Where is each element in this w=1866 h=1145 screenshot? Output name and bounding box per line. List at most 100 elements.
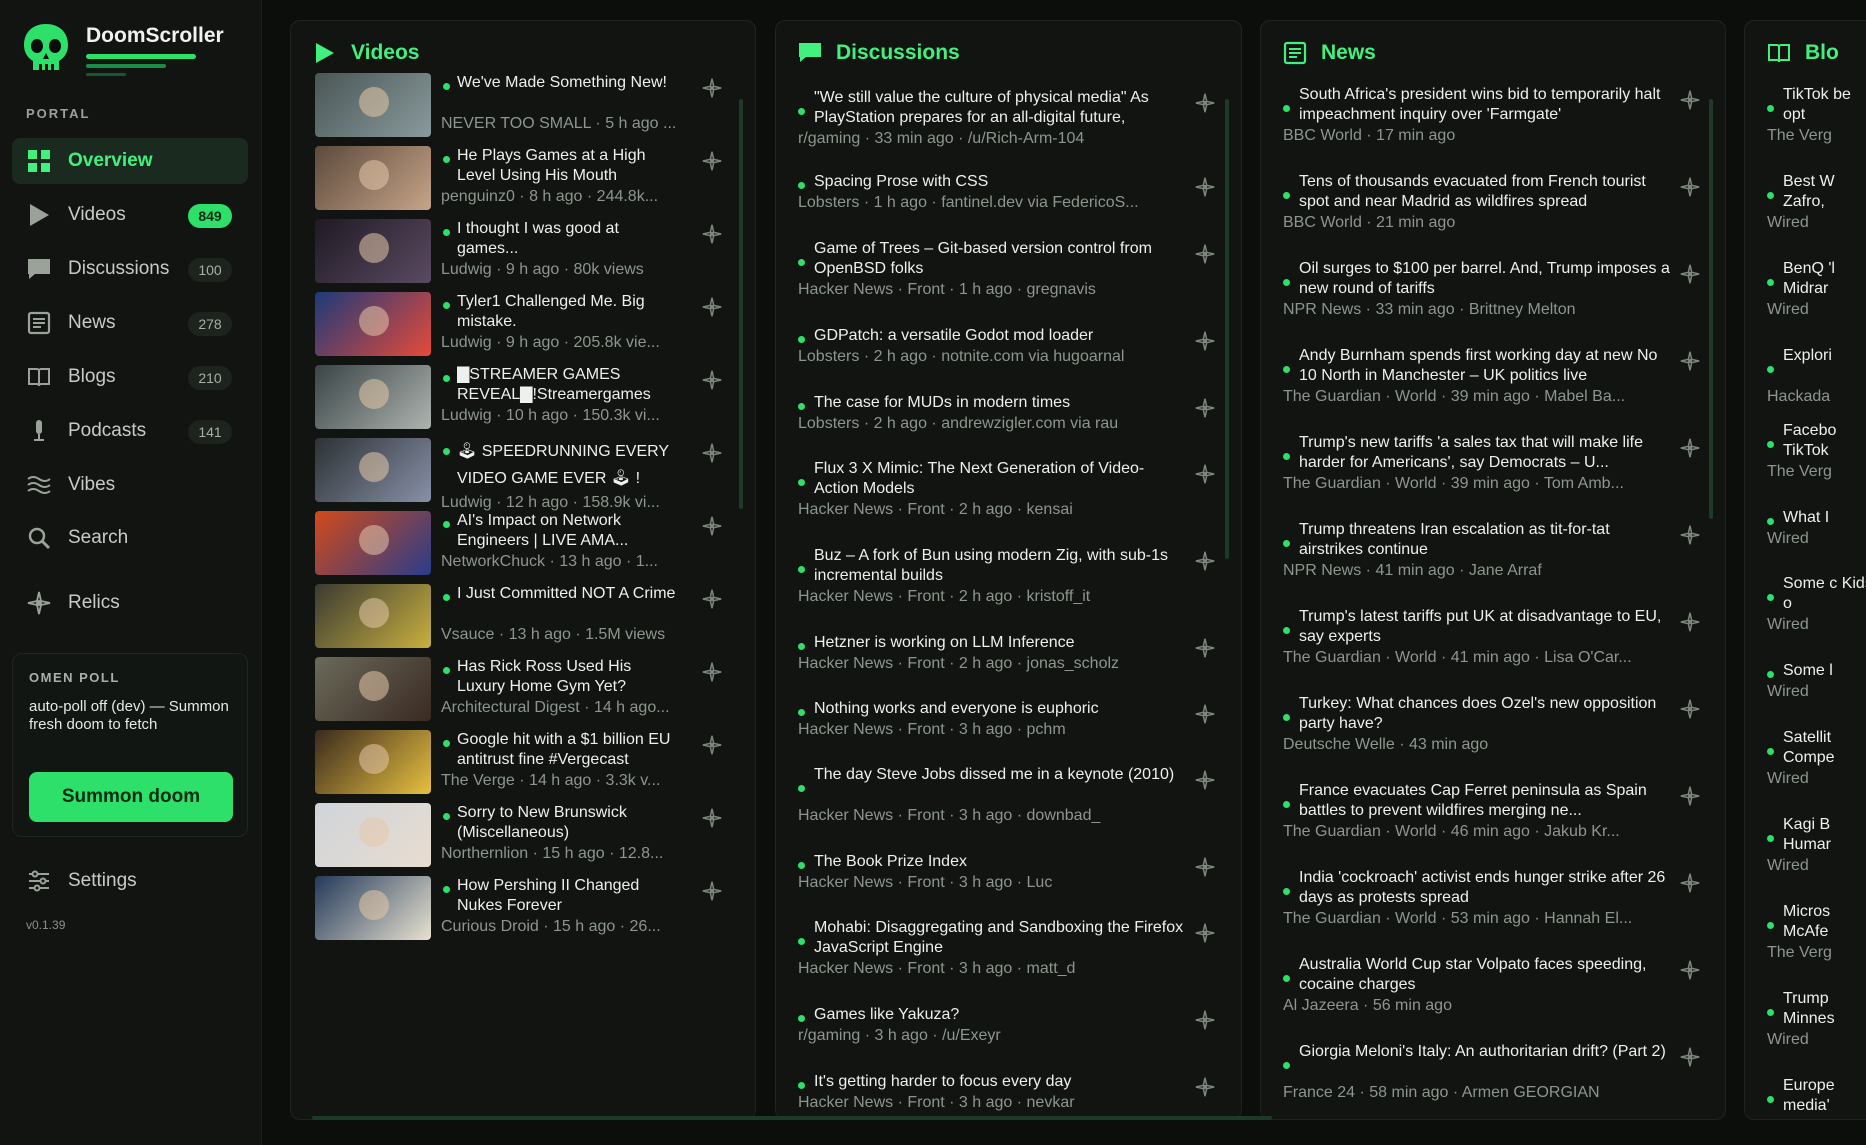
video-title[interactable]: We've Made Something New! (457, 73, 683, 93)
pin-icon[interactable] (1194, 330, 1216, 352)
pin-icon[interactable] (701, 661, 723, 683)
video-item[interactable]: He Plays Games at a High Level Using His… (291, 146, 755, 226)
video-thumbnail[interactable] (315, 584, 431, 648)
pin-icon[interactable] (1679, 1046, 1701, 1068)
news-item[interactable]: South Africa's president wins bid to tem… (1261, 85, 1725, 165)
video-item[interactable]: We've Made Something New! NEVER TOO SMALL… (291, 73, 755, 153)
pin-icon[interactable] (1679, 263, 1701, 285)
pin-icon[interactable] (701, 588, 723, 610)
video-title[interactable]: He Plays Games at a High Level Using His… (457, 146, 683, 186)
nav-item-search[interactable]: Search (12, 515, 248, 561)
news-item[interactable]: Trump's new tariffs 'a sales tax that wi… (1261, 433, 1725, 513)
news-title[interactable]: South Africa's president wins bid to tem… (1299, 85, 1673, 125)
video-thumbnail[interactable] (315, 511, 431, 575)
discussion-title[interactable]: The case for MUDs in modern times (814, 393, 1188, 413)
pin-icon[interactable] (701, 880, 723, 902)
discussion-title[interactable]: "We still value the culture of physical … (814, 88, 1188, 128)
pin-icon[interactable] (1679, 611, 1701, 633)
pin-icon[interactable] (1679, 350, 1701, 372)
discussion-title[interactable]: Spacing Prose with CSS (814, 172, 1188, 192)
news-item[interactable]: Andy Burnham spends first working day at… (1261, 346, 1725, 426)
discussion-title[interactable]: The day Steve Jobs dissed me in a keynot… (814, 765, 1188, 785)
blog-title[interactable]: Europe media' (1783, 1076, 1866, 1116)
column-header[interactable]: Discussions (798, 37, 960, 69)
blog-title[interactable]: What I (1783, 508, 1866, 528)
column-header[interactable]: News (1283, 37, 1376, 69)
blogs-item[interactable]: Facebo TikTok The Verg (1745, 421, 1866, 501)
news-item[interactable]: Tens of thousands evacuated from French … (1261, 172, 1725, 252)
video-title[interactable]: I Just Committed NOT A Crime (457, 584, 683, 604)
blog-title[interactable]: Micros McAfe (1783, 902, 1866, 942)
blog-title[interactable]: Best W Zafro, (1783, 172, 1866, 212)
video-item[interactable]: ▇STREAMER GAMES REVEAL▇!Streamergames Lud… (291, 365, 755, 445)
pin-icon[interactable] (1194, 922, 1216, 944)
video-title[interactable]: AI's Impact on Network Engineers | LIVE … (457, 511, 683, 551)
blogs-item[interactable]: Explori Hackada (1745, 346, 1866, 426)
discussions-item[interactable]: "We still value the culture of physical … (776, 88, 1241, 168)
video-title[interactable]: 🕹 SPEEDRUNNING EVERY VIDEO GAME EVER 🕹 ! (457, 438, 683, 492)
pin-icon[interactable] (1194, 856, 1216, 878)
video-title[interactable]: I thought I was good at games... (457, 219, 683, 259)
discussion-title[interactable]: Hetzner is working on LLM Inference (814, 633, 1188, 653)
news-title[interactable]: Oil surges to $100 per barrel. And, Trum… (1299, 259, 1673, 299)
horizontal-scrollbar[interactable] (312, 1116, 1272, 1120)
news-item[interactable]: Oil surges to $100 per barrel. And, Trum… (1261, 259, 1725, 339)
news-title[interactable]: Andy Burnham spends first working day at… (1299, 346, 1673, 386)
blogs-item[interactable]: Some c Kids o Wired (1745, 574, 1866, 654)
video-thumbnail[interactable] (315, 876, 431, 940)
pin-icon[interactable] (701, 77, 723, 99)
blogs-item[interactable]: Best W Zafro, Wired (1745, 172, 1866, 252)
news-title[interactable]: Turkey: What chances does Ozel's new opp… (1299, 694, 1673, 734)
nav-item-videos[interactable]: Videos 849 (12, 192, 248, 238)
blog-title[interactable]: Some c Kids o (1783, 574, 1866, 614)
pin-icon[interactable] (1194, 1009, 1216, 1031)
video-thumbnail[interactable] (315, 219, 431, 283)
video-title[interactable]: How Pershing II Changed Nukes Forever (457, 876, 683, 916)
news-title[interactable]: Trump threatens Iran escalation as tit-f… (1299, 520, 1673, 560)
pin-icon[interactable] (701, 442, 723, 464)
pin-icon[interactable] (701, 296, 723, 318)
news-title[interactable]: India 'cockroach' activist ends hunger s… (1299, 868, 1673, 908)
discussion-title[interactable]: Games like Yakuza? (814, 1005, 1188, 1025)
pin-icon[interactable] (1679, 959, 1701, 981)
blogs-item[interactable]: Kagi B Humar Wired (1745, 815, 1866, 895)
nav-item-settings[interactable]: Settings (12, 858, 248, 904)
video-thumbnail[interactable] (315, 438, 431, 502)
video-title[interactable]: Has Rick Ross Used His Luxury Home Gym Y… (457, 657, 683, 697)
blogs-item[interactable]: Satellit Compe Wired (1745, 728, 1866, 808)
pin-icon[interactable] (1194, 550, 1216, 572)
nav-item-overview[interactable]: Overview (12, 138, 248, 184)
video-title[interactable]: Google hit with a $1 billion EU antitrus… (457, 730, 683, 770)
video-item[interactable]: 🕹 SPEEDRUNNING EVERY VIDEO GAME EVER 🕹 !… (291, 438, 755, 518)
blog-title[interactable]: Kagi B Humar (1783, 815, 1866, 855)
discussion-title[interactable]: Mohabi: Disaggregating and Sandboxing th… (814, 918, 1188, 958)
news-title[interactable]: Australia World Cup star Volpato faces s… (1299, 955, 1673, 995)
news-item[interactable]: Trump's latest tariffs put UK at disadva… (1261, 607, 1725, 687)
nav-item-vibes[interactable]: Vibes (12, 462, 248, 508)
discussions-item[interactable]: Mohabi: Disaggregating and Sandboxing th… (776, 918, 1241, 998)
pin-icon[interactable] (701, 807, 723, 829)
video-title[interactable]: ▇STREAMER GAMES REVEAL▇!Streamergames (457, 365, 683, 405)
video-thumbnail[interactable] (315, 292, 431, 356)
blogs-item[interactable]: TikTok be opt The Verg (1745, 85, 1866, 165)
blog-title[interactable]: Some l (1783, 661, 1866, 681)
pin-icon[interactable] (1194, 637, 1216, 659)
news-title[interactable]: Tens of thousands evacuated from French … (1299, 172, 1673, 212)
discussion-title[interactable]: Buz – A fork of Bun using modern Zig, wi… (814, 546, 1188, 586)
news-item[interactable]: Turkey: What chances does Ozel's new opp… (1261, 694, 1725, 774)
video-thumbnail[interactable] (315, 365, 431, 429)
discussion-title[interactable]: Flux 3 X Mimic: The Next Generation of V… (814, 459, 1188, 499)
news-item[interactable]: Trump threatens Iran escalation as tit-f… (1261, 520, 1725, 600)
pin-icon[interactable] (1194, 176, 1216, 198)
pin-icon[interactable] (1194, 92, 1216, 114)
pin-icon[interactable] (701, 515, 723, 537)
column-header[interactable]: Blo (1767, 37, 1839, 69)
news-item[interactable]: Giorgia Meloni's Italy: An authoritarian… (1261, 1042, 1725, 1119)
video-thumbnail[interactable] (315, 803, 431, 867)
pin-icon[interactable] (1194, 1076, 1216, 1098)
video-title[interactable]: Sorry to New Brunswick (Miscellaneous) (457, 803, 683, 843)
video-thumbnail[interactable] (315, 657, 431, 721)
news-item[interactable]: Australia World Cup star Volpato faces s… (1261, 955, 1725, 1035)
pin-icon[interactable] (1194, 703, 1216, 725)
pin-icon[interactable] (1194, 397, 1216, 419)
